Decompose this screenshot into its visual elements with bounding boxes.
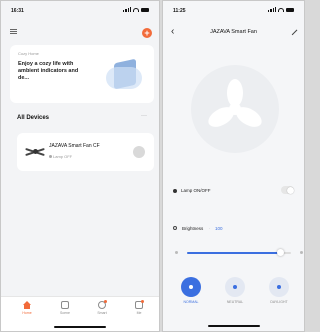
- edit-icon[interactable]: [291, 29, 298, 36]
- signal-icon: [123, 7, 131, 12]
- battery-icon: [286, 7, 294, 12]
- mode-circle-icon: [225, 277, 245, 297]
- tab-smart-label: Smart: [97, 311, 107, 315]
- home-switcher-icon[interactable]: [10, 29, 17, 35]
- sun-icon: [173, 226, 177, 230]
- page-title: JAZAVA Smart Fan: [210, 29, 257, 35]
- tab-me[interactable]: Me: [127, 300, 151, 315]
- ceiling-fan-icon: [25, 147, 45, 157]
- tab-smart[interactable]: Smart: [90, 300, 114, 315]
- mode-label: DAYLIGHT: [270, 300, 288, 304]
- smart-icon: [98, 300, 107, 309]
- brightness-min-icon: [175, 251, 178, 254]
- wifi-icon: [133, 7, 139, 12]
- tab-home-label: Home: [22, 311, 32, 315]
- brightness-sep: ·: [209, 226, 211, 231]
- fan-control-screen: 11:25 ‹ JAZAVA Smart Fan Lamp ON/OFF Bri…: [162, 0, 305, 332]
- device-power-button[interactable]: [133, 146, 145, 158]
- status-time: 11:25: [173, 8, 186, 14]
- brightness-max-icon: [300, 251, 303, 254]
- mode-neutral[interactable]: NEUTRAL: [224, 277, 246, 304]
- mode-normal[interactable]: NORMAL: [180, 277, 202, 304]
- slider-fill: [187, 252, 281, 254]
- status-time: 16:31: [11, 8, 24, 14]
- scene-icon: [61, 301, 69, 309]
- fan-blades-icon: [208, 79, 262, 127]
- tab-scene[interactable]: Scene: [53, 301, 77, 315]
- device-name: JAZAVA Smart Fan CF: [49, 143, 100, 149]
- profile-icon: [135, 300, 144, 309]
- status-bar: 16:31: [1, 1, 159, 19]
- home-screen: 16:31 + Cozy Home Enjoy a cozy life with…: [0, 0, 160, 332]
- mode-label: NEUTRAL: [226, 300, 244, 304]
- home-indicator: [54, 325, 106, 328]
- scene-title: Cozy Home: [18, 51, 39, 56]
- tab-me-label: Me: [136, 311, 142, 315]
- lamp-row: Lamp ON/OFF: [163, 185, 304, 199]
- mode-circle-icon: [269, 277, 289, 297]
- tab-bar: Home Scene Smart Me: [1, 296, 159, 331]
- brightness-slider[interactable]: [175, 249, 303, 257]
- fan-illustration: [191, 65, 279, 153]
- signal-icon: [268, 7, 276, 12]
- device-status: Lamp OFF: [53, 154, 73, 159]
- add-device-button[interactable]: +: [142, 28, 152, 38]
- status-icons: [123, 7, 149, 12]
- mode-daylight[interactable]: DAYLIGHT: [268, 277, 290, 304]
- status-bar: 11:25: [163, 1, 304, 19]
- battery-icon: [141, 7, 149, 12]
- scene-card[interactable]: Cozy Home Enjoy a cozy life with ambient…: [10, 45, 154, 103]
- scene-description: Enjoy a cozy life with ambient indicator…: [18, 61, 79, 81]
- tab-scene-label: Scene: [60, 311, 70, 315]
- home-indicator: [207, 324, 260, 327]
- brightness-value: 100: [215, 226, 223, 231]
- wifi-icon: [278, 7, 284, 12]
- status-icons: [268, 7, 294, 12]
- section-title: All Devices: [17, 115, 50, 121]
- tab-home[interactable]: Home: [15, 301, 39, 315]
- mode-circle-icon: [181, 277, 201, 297]
- device-status-row: Lamp OFF: [49, 154, 72, 159]
- more-button[interactable]: ···: [141, 113, 147, 119]
- lamp-toggle[interactable]: [281, 186, 294, 194]
- slider-thumb[interactable]: [277, 249, 285, 256]
- scene-illustration-icon: [106, 57, 146, 97]
- home-icon: [23, 301, 31, 309]
- bulb-icon: [49, 155, 52, 159]
- brightness-label: Brightness: [182, 226, 204, 231]
- lamp-label: Lamp ON/OFF: [181, 188, 211, 193]
- brightness-row: Brightness · 100: [163, 223, 304, 235]
- mode-label: NORMAL: [183, 300, 199, 304]
- lamp-icon: [173, 189, 177, 193]
- device-card[interactable]: JAZAVA Smart Fan CF Lamp OFF: [17, 133, 154, 171]
